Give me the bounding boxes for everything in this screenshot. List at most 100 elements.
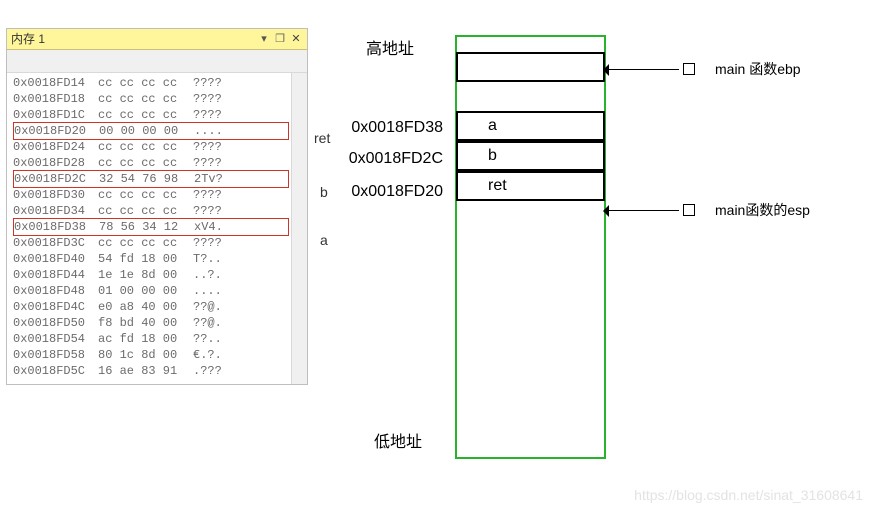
memory-bytes: cc cc cc cc bbox=[98, 155, 193, 171]
memory-row[interactable]: 0x0018FD2C32 54 76 982Tv? bbox=[13, 170, 289, 188]
memory-addr: 0x0018FD20 bbox=[14, 123, 99, 139]
memory-bytes: f8 bd 40 00 bbox=[98, 315, 193, 331]
memory-ascii: ???? bbox=[193, 187, 233, 203]
memory-bytes: e0 a8 40 00 bbox=[98, 299, 193, 315]
memory-row[interactable]: 0x0018FD50f8 bd 40 00??@. bbox=[13, 315, 289, 331]
memory-row[interactable]: 0x0018FD28cc cc cc cc???? bbox=[13, 155, 289, 171]
stack-cell-ret-label: ret bbox=[488, 177, 507, 195]
memory-address-input[interactable] bbox=[7, 50, 307, 73]
memory-bytes: cc cc cc cc bbox=[98, 235, 193, 251]
memory-bytes: 16 ae 83 91 bbox=[98, 363, 193, 379]
memory-addr: 0x0018FD44 bbox=[13, 267, 98, 283]
memory-ascii: 2Tv? bbox=[194, 171, 234, 187]
memory-addr: 0x0018FD50 bbox=[13, 315, 98, 331]
memory-row[interactable]: 0x0018FD14cc cc cc cc???? bbox=[13, 75, 289, 91]
pin-icon[interactable]: ❒ bbox=[273, 32, 287, 46]
memory-row[interactable]: 0x0018FD2000 00 00 00.... bbox=[13, 122, 289, 140]
label-ret: ret bbox=[314, 130, 330, 146]
memory-addr: 0x0018FD58 bbox=[13, 347, 98, 363]
memory-row[interactable]: 0x0018FD18cc cc cc cc???? bbox=[13, 91, 289, 107]
stack-cell-a-label: a bbox=[488, 117, 497, 135]
memory-row[interactable]: 0x0018FD4Ce0 a8 40 00??@. bbox=[13, 299, 289, 315]
memory-row[interactable]: 0x0018FD54ac fd 18 00??.. bbox=[13, 331, 289, 347]
label-esp: main函数的esp bbox=[715, 200, 810, 220]
memory-addr: 0x0018FD2C bbox=[14, 171, 99, 187]
memory-ascii: T?.. bbox=[193, 251, 233, 267]
memory-bytes: 54 fd 18 00 bbox=[98, 251, 193, 267]
memory-bytes: 80 1c 8d 00 bbox=[98, 347, 193, 363]
memory-row[interactable]: 0x0018FD4801 00 00 00.... bbox=[13, 283, 289, 299]
memory-bytes: 00 00 00 00 bbox=[99, 123, 194, 139]
memory-ascii: .... bbox=[194, 123, 234, 139]
arrow-box-icon bbox=[683, 63, 695, 75]
stack-cell-ret: ret bbox=[456, 171, 605, 201]
stack-cell-b: b bbox=[456, 141, 605, 171]
memory-ascii: ??.. bbox=[193, 331, 233, 347]
memory-addr: 0x0018FD30 bbox=[13, 187, 98, 203]
label-low-address: 低地址 bbox=[374, 428, 422, 452]
stack-cell-a: a bbox=[456, 111, 605, 141]
memory-addr: 0x0018FD40 bbox=[13, 251, 98, 267]
memory-bytes: 32 54 76 98 bbox=[99, 171, 194, 187]
memory-row[interactable]: 0x0018FD4054 fd 18 00T?.. bbox=[13, 251, 289, 267]
memory-title: 内存 1 bbox=[11, 29, 255, 49]
stack-addr-b: 0x0018FD2C bbox=[343, 150, 443, 168]
memory-ascii: xV4. bbox=[194, 219, 234, 235]
memory-ascii: ???? bbox=[193, 235, 233, 251]
memory-bytes: 01 00 00 00 bbox=[98, 283, 193, 299]
memory-bytes: cc cc cc cc bbox=[98, 203, 193, 219]
memory-addr: 0x0018FD54 bbox=[13, 331, 98, 347]
arrow-box-icon bbox=[683, 204, 695, 216]
label-high-address: 高地址 bbox=[366, 35, 414, 59]
scrollbar[interactable] bbox=[291, 73, 307, 384]
memory-addr: 0x0018FD18 bbox=[13, 91, 98, 107]
memory-bytes: ac fd 18 00 bbox=[98, 331, 193, 347]
stack-cell-ebp bbox=[456, 52, 605, 82]
close-icon[interactable]: ✕ bbox=[289, 32, 303, 46]
memory-ascii: ??@. bbox=[193, 299, 233, 315]
stack-cell-b-label: b bbox=[488, 147, 497, 165]
memory-row[interactable]: 0x0018FD5C16 ae 83 91.??? bbox=[13, 363, 289, 379]
memory-addr: 0x0018FD5C bbox=[13, 363, 98, 379]
stack-addr-a: 0x0018FD38 bbox=[343, 119, 443, 137]
memory-addr: 0x0018FD3C bbox=[13, 235, 98, 251]
memory-rows: 0x0018FD14cc cc cc cc????0x0018FD18cc cc… bbox=[7, 73, 291, 384]
memory-ascii: ???? bbox=[193, 155, 233, 171]
label-a: a bbox=[320, 232, 328, 248]
memory-row[interactable]: 0x0018FD1Ccc cc cc cc???? bbox=[13, 107, 289, 123]
memory-row[interactable]: 0x0018FD30cc cc cc cc???? bbox=[13, 187, 289, 203]
memory-ascii: ???? bbox=[193, 75, 233, 91]
arrow-esp: main函数的esp bbox=[609, 200, 810, 220]
memory-bytes: cc cc cc cc bbox=[98, 91, 193, 107]
memory-row[interactable]: 0x0018FD3Ccc cc cc cc???? bbox=[13, 235, 289, 251]
memory-bytes: cc cc cc cc bbox=[98, 187, 193, 203]
memory-ascii: ???? bbox=[193, 139, 233, 155]
memory-row[interactable]: 0x0018FD34cc cc cc cc???? bbox=[13, 203, 289, 219]
memory-ascii: ??@. bbox=[193, 315, 233, 331]
memory-bytes: cc cc cc cc bbox=[98, 75, 193, 91]
memory-addr: 0x0018FD38 bbox=[14, 219, 99, 235]
memory-ascii: ???? bbox=[193, 91, 233, 107]
memory-row[interactable]: 0x0018FD5880 1c 8d 00€.?. bbox=[13, 347, 289, 363]
memory-ascii: ..?. bbox=[193, 267, 233, 283]
memory-row[interactable]: 0x0018FD3878 56 34 12xV4. bbox=[13, 218, 289, 236]
memory-bytes: cc cc cc cc bbox=[98, 139, 193, 155]
label-b: b bbox=[320, 184, 328, 200]
memory-addr: 0x0018FD4C bbox=[13, 299, 98, 315]
memory-row[interactable]: 0x0018FD441e 1e 8d 00..?. bbox=[13, 267, 289, 283]
memory-bytes: 78 56 34 12 bbox=[99, 219, 194, 235]
memory-ascii: .??? bbox=[193, 363, 233, 379]
dropdown-icon[interactable]: ▾ bbox=[257, 32, 271, 46]
memory-addr: 0x0018FD1C bbox=[13, 107, 98, 123]
memory-ascii: ???? bbox=[193, 203, 233, 219]
memory-ascii: €.?. bbox=[193, 347, 233, 363]
memory-titlebar: 内存 1 ▾ ❒ ✕ bbox=[7, 29, 307, 50]
memory-addr: 0x0018FD48 bbox=[13, 283, 98, 299]
memory-window: 内存 1 ▾ ❒ ✕ 0x0018FD14cc cc cc cc????0x00… bbox=[6, 28, 308, 385]
memory-ascii: ???? bbox=[193, 107, 233, 123]
arrow-ebp: main 函数ebp bbox=[609, 59, 801, 79]
label-ebp: main 函数ebp bbox=[715, 59, 801, 79]
memory-addr: 0x0018FD24 bbox=[13, 139, 98, 155]
memory-addr: 0x0018FD34 bbox=[13, 203, 98, 219]
memory-row[interactable]: 0x0018FD24cc cc cc cc???? bbox=[13, 139, 289, 155]
